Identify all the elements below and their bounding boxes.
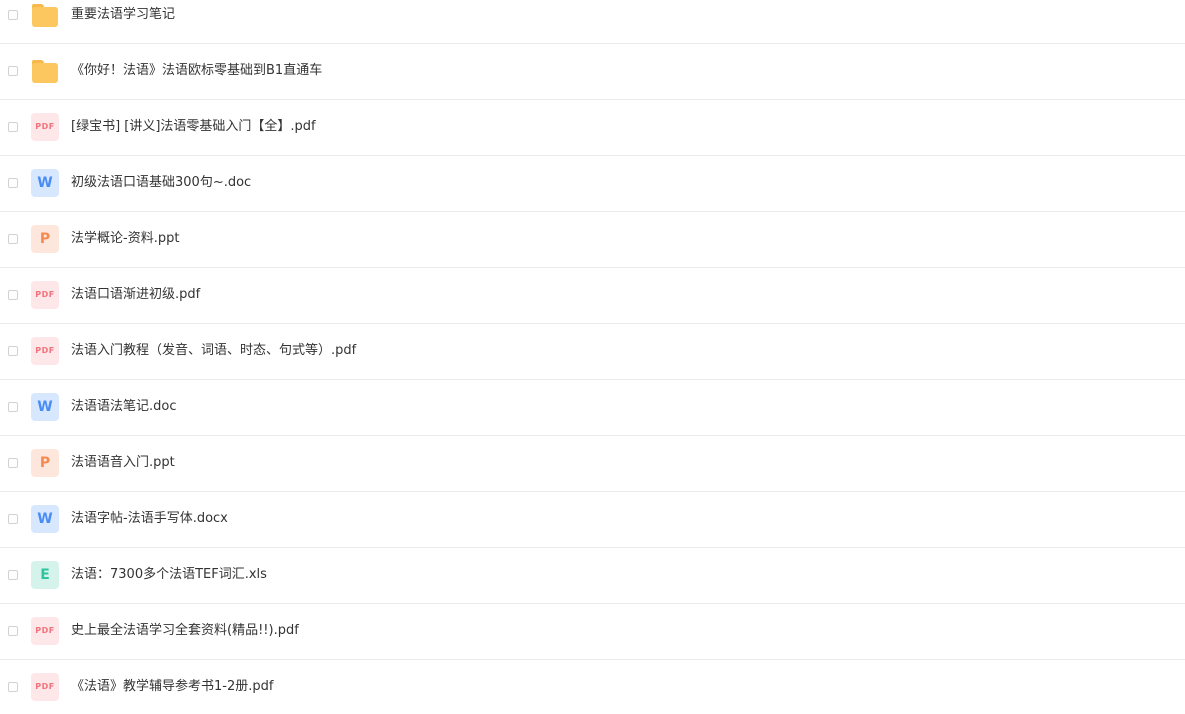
folder-icon[interactable]	[31, 1, 59, 29]
word-icon[interactable]: W	[31, 169, 59, 197]
icon-glyph: W	[37, 511, 53, 527]
file-row[interactable]: PDF 史上最全法语学习全套资料(精品!!).pdf	[0, 604, 1185, 660]
pdf-icon[interactable]: PDF	[31, 337, 59, 365]
row-checkbox[interactable]	[8, 346, 18, 356]
ppt-icon[interactable]: P	[31, 225, 59, 253]
row-checkbox[interactable]	[8, 626, 18, 636]
folder-icon[interactable]	[31, 57, 59, 85]
icon-glyph: PDF	[35, 682, 55, 691]
pdf-icon[interactable]: PDF	[31, 281, 59, 309]
file-list: 重要法语学习笔记《你好！法语》法语欧标零基础到B1直通车 PDF [绿宝书] [讲义…	[0, 0, 1185, 714]
pdf-icon[interactable]: PDF	[31, 617, 59, 645]
icon-glyph: PDF	[35, 290, 55, 299]
file-name[interactable]: 史上最全法语学习全套资料(精品!!).pdf	[71, 621, 299, 641]
file-name[interactable]: 重要法语学习笔记	[71, 5, 175, 25]
row-checkbox[interactable]	[8, 66, 18, 76]
icon-glyph: W	[37, 175, 53, 191]
file-row[interactable]: PDF 法语入门教程（发音、词语、时态、句式等）.pdf	[0, 324, 1185, 380]
file-row[interactable]: 《你好！法语》法语欧标零基础到B1直通车	[0, 44, 1185, 100]
icon-glyph: P	[39, 455, 51, 471]
row-checkbox[interactable]	[8, 514, 18, 524]
row-checkbox[interactable]	[8, 458, 18, 468]
icon-glyph: PDF	[35, 122, 55, 131]
word-icon[interactable]: W	[31, 505, 59, 533]
icon-glyph: P	[39, 231, 51, 247]
file-row[interactable]: P 法学概论-资料.ppt	[0, 212, 1185, 268]
file-row[interactable]: W 法语语法笔记.doc	[0, 380, 1185, 436]
excel-icon[interactable]: E	[31, 561, 59, 589]
row-checkbox[interactable]	[8, 682, 18, 692]
file-name[interactable]: 《你好！法语》法语欧标零基础到B1直通车	[71, 61, 322, 81]
file-row[interactable]: PDF 法语口语渐进初级.pdf	[0, 268, 1185, 324]
pdf-icon[interactable]: PDF	[31, 673, 59, 701]
ppt-icon[interactable]: P	[31, 449, 59, 477]
row-checkbox[interactable]	[8, 402, 18, 412]
row-checkbox[interactable]	[8, 10, 18, 20]
file-row[interactable]: W 初级法语口语基础300句~.doc	[0, 156, 1185, 212]
file-row[interactable]: PDF 《法语》教学辅导参考书1-2册.pdf	[0, 660, 1185, 714]
file-row[interactable]: P 法语语音入门.ppt	[0, 436, 1185, 492]
file-name[interactable]: 法语口语渐进初级.pdf	[71, 285, 200, 305]
row-checkbox[interactable]	[8, 122, 18, 132]
file-row[interactable]: PDF [绿宝书] [讲义]法语零基础入门【全】.pdf	[0, 100, 1185, 156]
word-icon[interactable]: W	[31, 393, 59, 421]
file-name[interactable]: 法学概论-资料.ppt	[71, 229, 179, 249]
row-checkbox[interactable]	[8, 570, 18, 580]
icon-glyph: PDF	[35, 626, 55, 635]
icon-glyph: PDF	[35, 346, 55, 355]
file-row[interactable]: W 法语字帖-法语手写体.docx	[0, 492, 1185, 548]
row-checkbox[interactable]	[8, 234, 18, 244]
file-name[interactable]: [绿宝书] [讲义]法语零基础入门【全】.pdf	[71, 117, 316, 137]
file-name[interactable]: 法语语音入门.ppt	[71, 453, 175, 473]
file-row[interactable]: E 法语：7300多个法语TEF词汇.xls	[0, 548, 1185, 604]
icon-glyph: E	[40, 567, 50, 583]
file-name[interactable]: 初级法语口语基础300句~.doc	[71, 173, 251, 193]
file-name[interactable]: 法语入门教程（发音、词语、时态、句式等）.pdf	[71, 341, 356, 361]
file-name[interactable]: 法语语法笔记.doc	[71, 397, 177, 417]
file-name[interactable]: 法语字帖-法语手写体.docx	[71, 509, 228, 529]
row-checkbox[interactable]	[8, 290, 18, 300]
file-row[interactable]: 重要法语学习笔记	[0, 0, 1185, 44]
pdf-icon[interactable]: PDF	[31, 113, 59, 141]
icon-glyph: W	[37, 399, 53, 415]
file-name[interactable]: 法语：7300多个法语TEF词汇.xls	[71, 565, 267, 585]
file-name[interactable]: 《法语》教学辅导参考书1-2册.pdf	[71, 677, 273, 697]
row-checkbox[interactable]	[8, 178, 18, 188]
